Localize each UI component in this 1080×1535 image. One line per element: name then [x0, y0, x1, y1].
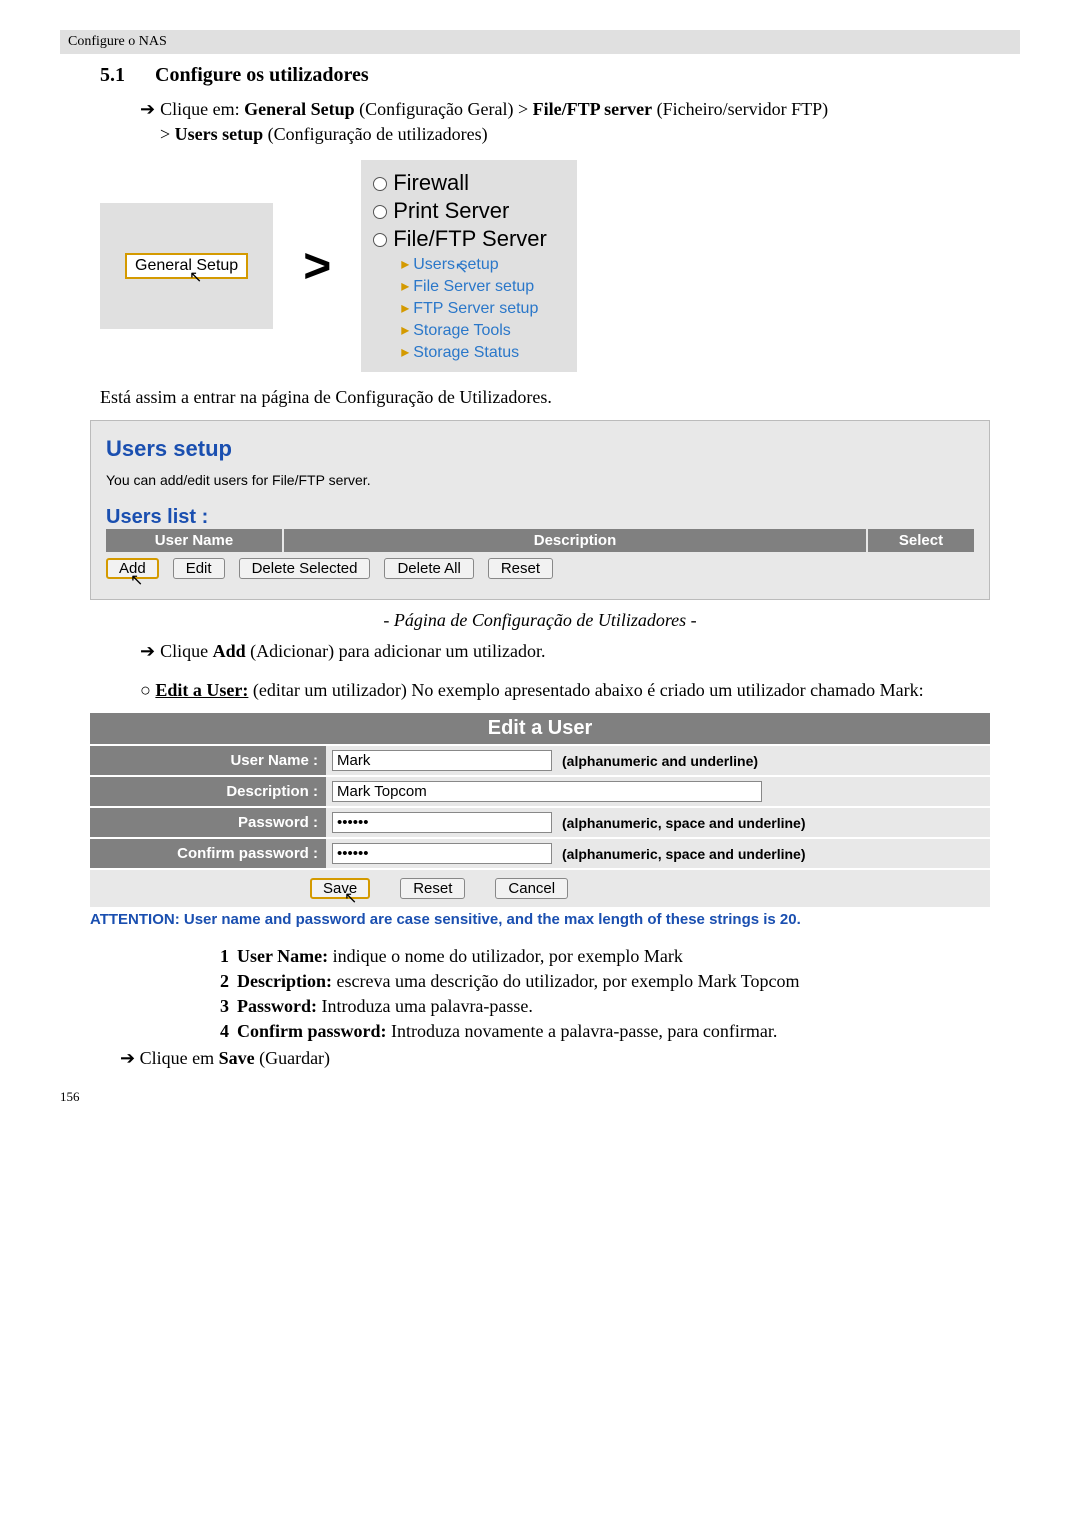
description-input[interactable] [332, 781, 762, 802]
username-label: User Name : [90, 744, 326, 775]
nav-sub-ftp-server-setup[interactable]: ▸FTP Server setup [401, 298, 547, 318]
reset-button[interactable]: Reset [488, 558, 553, 579]
attention-text: ATTENTION: User name and password are ca… [90, 911, 990, 928]
page-header: Configure o NAS [60, 30, 1020, 54]
nav-item-file-ftp-server[interactable]: File/FTP Server [373, 226, 547, 252]
confirm-password-input[interactable] [332, 843, 552, 864]
users-setup-title: Users setup [106, 436, 974, 462]
col-description: Description [284, 529, 868, 552]
section-number: 5.1 [100, 64, 150, 87]
figure-caption-1: - Página de Configuração de Utilizadores… [60, 610, 1020, 631]
nav-left-panel: General Setup ↖ [100, 203, 273, 329]
delete-all-button[interactable]: Delete All [384, 558, 473, 579]
nav-item-firewall[interactable]: Firewall [373, 170, 547, 196]
intro-line-1: ➔ Clique em: General Setup (Configuração… [140, 99, 1020, 120]
nav-right-panel: Firewall Print Server File/FTP Server ▸U… [361, 160, 577, 372]
breadcrumb-arrow: > [303, 239, 331, 294]
nav-sub-storage-tools[interactable]: ▸Storage Tools [401, 320, 547, 340]
description-label: Description : [90, 775, 326, 806]
col-user-name: User Name [106, 529, 284, 552]
edit-user-header: Edit a User [90, 713, 990, 744]
users-list-title: Users list : [106, 506, 974, 529]
delete-selected-button[interactable]: Delete Selected [239, 558, 371, 579]
users-table-header: User Name Description Select [106, 529, 974, 552]
edit-user-intro: ○ Edit a User: (editar um utilizador) No… [140, 680, 1020, 701]
save-button[interactable]: Save ↖ [310, 878, 370, 899]
list-item: 1User Name: indique o nome do utilizador… [220, 946, 1020, 967]
confirm-password-hint: (alphanumeric, space and underline) [562, 846, 806, 862]
users-setup-subtitle: You can add/edit users for File/FTP serv… [106, 472, 974, 488]
reset-button-2[interactable]: Reset [400, 878, 465, 899]
nav-sub-users-setup[interactable]: ▸Users setup↖ [401, 254, 547, 274]
section-title: Configure os utilizadores [155, 64, 369, 86]
page-number: 156 [60, 1089, 1020, 1105]
general-setup-button[interactable]: General Setup ↖ [125, 253, 248, 279]
list-item: 2Description: escreva uma descrição do u… [220, 971, 1020, 992]
password-label: Password : [90, 806, 326, 837]
username-input[interactable] [332, 750, 552, 771]
click-save-text: ➔ Clique em Save (Guardar) [120, 1048, 1020, 1069]
list-item: 4Confirm password: Introduza novamente a… [220, 1021, 1020, 1042]
nav-item-print-server[interactable]: Print Server [373, 198, 547, 224]
add-button[interactable]: Add ↖ [106, 558, 159, 579]
numbered-list: 1User Name: indique o nome do utilizador… [220, 946, 1020, 1042]
confirm-password-label: Confirm password : [90, 837, 326, 868]
users-setup-panel: Users setup You can add/edit users for F… [90, 420, 990, 600]
cancel-button[interactable]: Cancel [495, 878, 568, 899]
nav-screenshot: General Setup ↖ > Firewall Print Server … [100, 160, 1020, 372]
edit-button[interactable]: Edit [173, 558, 225, 579]
click-add-text: ➔ Clique Add (Adicionar) para adicionar … [140, 641, 1020, 662]
nav-sub-file-server-setup[interactable]: ▸File Server setup [401, 276, 547, 296]
general-setup-label: General Setup [135, 257, 238, 274]
edit-user-panel: Edit a User User Name : (alphanumeric an… [90, 713, 990, 907]
username-hint: (alphanumeric and underline) [562, 753, 758, 769]
entering-text: Está assim a entrar na página de Configu… [100, 387, 1020, 408]
section-heading: 5.1 Configure os utilizadores [100, 64, 1020, 87]
password-hint: (alphanumeric, space and underline) [562, 815, 806, 831]
nav-sub-storage-status[interactable]: ▸Storage Status [401, 342, 547, 362]
list-item: 3Password: Introduza uma palavra-passe. [220, 996, 1020, 1017]
password-input[interactable] [332, 812, 552, 833]
col-select: Select [868, 529, 974, 552]
intro-line-2: > Users setup (Configuração de utilizado… [160, 124, 1020, 145]
